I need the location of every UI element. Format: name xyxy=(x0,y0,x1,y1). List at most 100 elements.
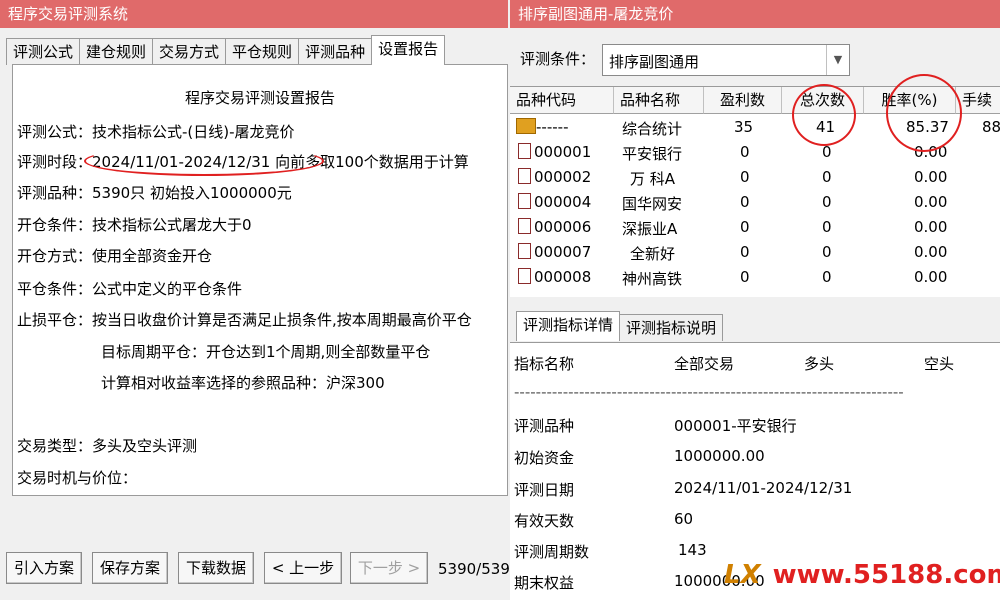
report-formula: 评测公式：技术指标公式-(日线)-屠龙竞价 xyxy=(17,123,295,141)
tab-formula[interactable]: 评测公式 xyxy=(6,38,81,65)
cell-code: 000004 xyxy=(534,193,592,211)
file-icon xyxy=(518,168,531,184)
cell-name: 国华网安 xyxy=(622,195,683,213)
report-open-method: 开仓方式：使用全部资金开仓 xyxy=(17,247,213,265)
watermark: LX www.55188.com xyxy=(724,560,1000,590)
watermark-logo: LX xyxy=(724,560,761,590)
cell-total: 0 xyxy=(822,168,832,186)
evaluation-system-window: 程序交易评测系统 评测公式 建仓规则 交易方式 平仓规则 评测品种 设置报告 程… xyxy=(0,0,519,599)
window-title: 程序交易评测系统 xyxy=(0,0,508,28)
cell-total: 0 xyxy=(822,243,832,261)
table-row[interactable]: 000002 万 科A 0 0 0.00 xyxy=(510,166,1000,190)
cell-profit: 0 xyxy=(740,143,750,161)
table-row[interactable]: 000008 神州高铁 0 0 0.00 xyxy=(510,266,1000,290)
window-title: 排序副图通用-屠龙竞价 xyxy=(510,0,1000,28)
detail-value: 143 xyxy=(678,541,707,559)
detail-value: 000001-平安银行 xyxy=(674,417,797,435)
detail-header-short: 空头 xyxy=(924,355,955,373)
detail-label: 期末权益 xyxy=(514,574,575,592)
detail-header-name: 指标名称 xyxy=(514,355,575,373)
tab-explanation[interactable]: 评测指标说明 xyxy=(619,314,724,341)
report-close-condition: 平仓条件：公式中定义的平仓条件 xyxy=(17,280,243,298)
file-icon xyxy=(518,143,531,159)
cell-code: 000002 xyxy=(534,168,592,186)
tab-report[interactable]: 设置报告 xyxy=(371,35,446,65)
cell-name: 深振业A xyxy=(622,220,678,238)
cell-code: 000006 xyxy=(534,218,592,236)
cell-winrate: 0.00 xyxy=(914,168,948,186)
detail-label: 评测周期数 xyxy=(514,543,590,561)
file-icon xyxy=(518,243,531,259)
col-header-code[interactable]: 品种代码 xyxy=(510,87,614,114)
watermark-url: www.55188.com xyxy=(772,560,1000,590)
cell-fee: 88 xyxy=(982,118,1000,136)
winrate-annotation-circle xyxy=(886,74,962,152)
col-header-name[interactable]: 品种名称 xyxy=(614,87,704,114)
cell-code: 000008 xyxy=(534,268,592,286)
report-benchmark: 计算相对收益率选择的参照品种：沪深300 xyxy=(101,374,385,392)
cell-profit: 0 xyxy=(740,218,750,236)
detail-label: 有效天数 xyxy=(514,512,575,530)
detail-label: 评测品种 xyxy=(514,417,575,435)
col-header-profit[interactable]: 盈利数 xyxy=(704,87,782,114)
cell-name: 全新好 xyxy=(630,245,676,263)
file-icon xyxy=(518,193,531,209)
tab-trade-method[interactable]: 交易方式 xyxy=(152,38,227,65)
report-open-condition: 开仓条件：技术指标公式屠龙大于0 xyxy=(17,216,252,234)
cell-name: 平安银行 xyxy=(622,145,683,163)
cell-code: 000007 xyxy=(534,243,592,261)
tab-detail[interactable]: 评测指标详情 xyxy=(516,311,621,341)
col-header-fee[interactable]: 手续 xyxy=(956,87,1000,114)
detail-separator: ----------------------------------------… xyxy=(514,383,904,401)
cell-total: 0 xyxy=(822,218,832,236)
condition-value: 排序副图通用 xyxy=(609,53,700,71)
cell-winrate: 0.00 xyxy=(914,243,948,261)
report-panel: 程序交易评测设置报告 评测公式：技术指标公式-(日线)-屠龙竞价 评测时段：20… xyxy=(12,64,508,496)
chevron-down-icon[interactable]: ▼ xyxy=(826,45,849,75)
detail-value: 2024/11/01-2024/12/31 xyxy=(674,479,853,497)
cell-code: ------ xyxy=(536,118,569,136)
detail-header-long: 多头 xyxy=(804,355,835,373)
table-row[interactable]: 000007 全新好 0 0 0.00 xyxy=(510,241,1000,265)
progress-count: 5390/5390 xyxy=(438,560,520,578)
summary-icon xyxy=(516,118,536,134)
download-data-button[interactable]: 下载数据 xyxy=(178,552,254,584)
table-row[interactable]: 000004 国华网安 0 0 0.00 xyxy=(510,191,1000,215)
cell-winrate: 0.00 xyxy=(914,268,948,286)
next-step-button[interactable]: 下一步 > xyxy=(350,552,428,584)
cell-winrate: 0.00 xyxy=(914,193,948,211)
cell-profit: 0 xyxy=(740,243,750,261)
file-icon xyxy=(518,218,531,234)
detail-value: 60 xyxy=(674,510,694,528)
detail-label: 初始资金 xyxy=(514,449,575,467)
prev-step-button[interactable]: < 上一步 xyxy=(264,552,342,584)
table-row[interactable]: 000006 深振业A 0 0 0.00 xyxy=(510,216,1000,240)
cell-profit: 0 xyxy=(740,193,750,211)
cell-name: 综合统计 xyxy=(622,120,683,138)
tab-symbols[interactable]: 评测品种 xyxy=(298,38,373,65)
report-trade-type: 交易类型：多头及空头评测 xyxy=(17,437,198,455)
cell-profit: 35 xyxy=(734,118,754,136)
cell-total: 0 xyxy=(822,268,832,286)
tab-close-rules[interactable]: 平仓规则 xyxy=(225,38,300,65)
report-heading: 程序交易评测设置报告 xyxy=(184,89,335,107)
report-target-period: 目标周期平仓：开仓达到1个周期,则全部数量平仓 xyxy=(101,343,431,361)
report-stop-loss: 止损平仓：按当日收盘价计算是否满足止损条件,按本周期最高价平仓 xyxy=(17,311,472,329)
cell-name: 神州高铁 xyxy=(622,270,683,288)
total-annotation-circle xyxy=(792,84,856,146)
tab-open-rules[interactable]: 建仓规则 xyxy=(79,38,154,65)
period-label: 评测时段： xyxy=(17,153,93,171)
period-annotation-ellipse xyxy=(84,146,324,176)
cell-profit: 0 xyxy=(740,168,750,186)
cell-code: 000001 xyxy=(534,143,592,161)
cell-name: 万 科A xyxy=(630,170,676,188)
settings-tabs: 评测公式 建仓规则 交易方式 平仓规则 评测品种 设置报告 xyxy=(6,35,446,65)
detail-tabs: 评测指标详情 评测指标说明 xyxy=(516,311,724,341)
report-symbols: 评测品种：5390只 初始投入1000000元 xyxy=(17,184,292,202)
report-trade-timing: 交易时机与价位： xyxy=(17,469,138,487)
save-plan-button[interactable]: 保存方案 xyxy=(92,552,168,584)
cell-profit: 0 xyxy=(740,268,750,286)
import-plan-button[interactable]: 引入方案 xyxy=(6,552,82,584)
cell-winrate: 0.00 xyxy=(914,218,948,236)
condition-select[interactable]: 排序副图通用 ▼ xyxy=(602,44,850,76)
